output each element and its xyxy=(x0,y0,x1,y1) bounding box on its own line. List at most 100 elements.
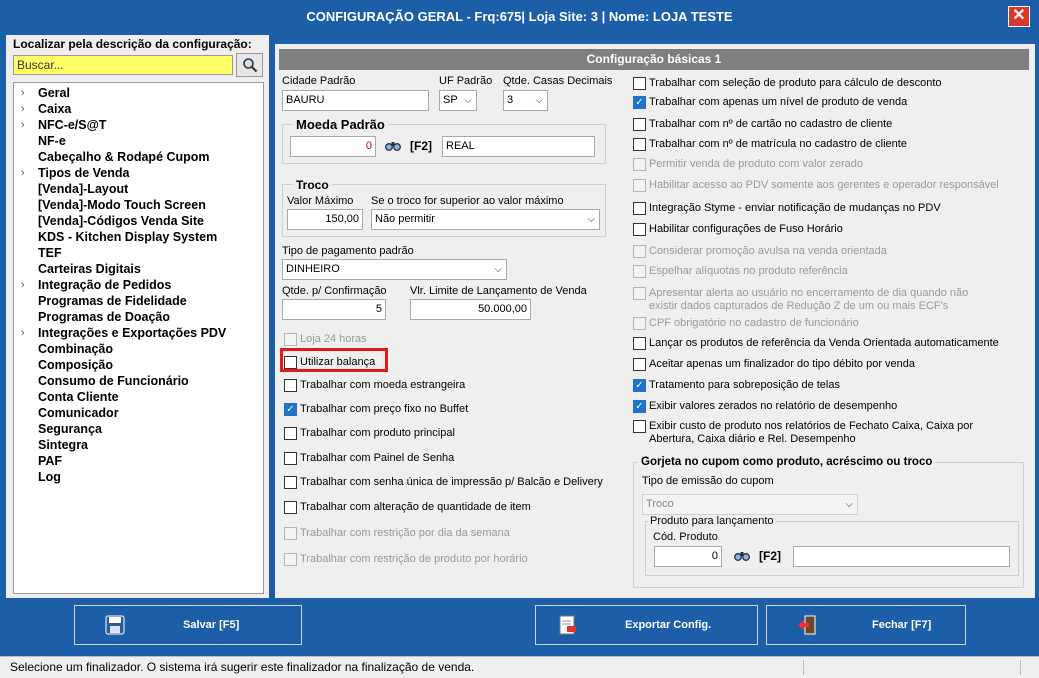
checkbox-option[interactable]: Exibir custo de produto nos relatórios d… xyxy=(633,420,973,446)
checkbox-option[interactable]: Integração Styme - enviar notificação de… xyxy=(633,202,941,215)
tree-item[interactable]: › Caixa xyxy=(14,101,263,117)
checkbox-option[interactable]: Trabalhar com alteração de quantidade de… xyxy=(284,501,531,514)
checkbox-label: Trabalhar com seleção de produto para cá… xyxy=(649,77,942,90)
close-window-button[interactable]: ✕ xyxy=(1008,6,1030,27)
tree-item-label: TEF xyxy=(38,246,62,260)
checkbox-unchecked[interactable] xyxy=(633,138,646,151)
troco-acao-select[interactable]: Não permitir ⌵ xyxy=(371,209,600,230)
tree-item[interactable]: › Integração de Pedidos xyxy=(14,277,263,293)
tree-item[interactable]: Conta Cliente xyxy=(14,389,263,405)
tree-item[interactable]: Segurança xyxy=(14,421,263,437)
tree-item[interactable]: Carteiras Digitais xyxy=(14,261,263,277)
chevron-right-icon[interactable]: › xyxy=(21,165,25,181)
troco-valor-input[interactable]: 150,00 xyxy=(287,209,363,230)
config-tree[interactable]: › Geral › Caixa › NFC-e/S@T NF-e Cabeçalho & Ro… xyxy=(13,82,264,594)
cidade-input[interactable]: BAURU xyxy=(282,90,429,111)
tree-item[interactable]: Cabeçalho & Rodapé Cupom xyxy=(14,149,263,165)
cod-produto-label: Cód. Produto xyxy=(653,531,718,543)
tree-item[interactable]: › Geral xyxy=(14,85,263,101)
checkbox-label-line: Trabalhar com produto principal xyxy=(300,427,455,439)
moeda-name-input[interactable]: REAL xyxy=(442,136,595,157)
checkbox-label: Trabalhar com nº de matrícula no cadastr… xyxy=(649,138,907,151)
checkbox-unchecked[interactable] xyxy=(284,452,297,465)
checkbox-unchecked[interactable] xyxy=(633,202,646,215)
uf-select[interactable]: SP ⌵ xyxy=(439,90,477,111)
produto-name-input[interactable] xyxy=(793,546,1010,567)
checkbox-label-line: Integração Styme - enviar notificação de… xyxy=(649,202,941,214)
save-button[interactable]: Salvar [F5] xyxy=(74,605,302,645)
checkbox-option[interactable]: Aceitar apenas um finalizador do tipo dé… xyxy=(633,358,915,371)
checkbox-unchecked[interactable] xyxy=(633,420,646,433)
checkbox-option[interactable]: Trabalhar com Painel de Senha xyxy=(284,452,454,465)
chevron-right-icon[interactable]: › xyxy=(21,85,25,101)
binoculars-icon[interactable] xyxy=(734,549,750,562)
confirmacao-input[interactable]: 5 xyxy=(282,299,386,320)
checkbox-option[interactable]: Trabalhar com seleção de produto para cá… xyxy=(633,77,942,90)
tree-item[interactable]: [Venda]-Códigos Venda Site xyxy=(14,213,263,229)
binoculars-icon[interactable] xyxy=(385,139,401,152)
moeda-code-input[interactable]: 0 xyxy=(290,136,376,157)
tree-item[interactable]: Combinação xyxy=(14,341,263,357)
export-button[interactable]: Exportar Config. xyxy=(535,605,758,645)
close-button[interactable]: Fechar [F7] xyxy=(766,605,966,645)
checkbox-unchecked[interactable] xyxy=(633,77,646,90)
tree-item[interactable]: PAF xyxy=(14,453,263,469)
tree-item[interactable]: Programas de Doação xyxy=(14,309,263,325)
checkbox-option[interactable]: ✓ Tratamento para sobreposição de telas xyxy=(633,379,840,392)
tree-item[interactable]: Comunicador xyxy=(14,405,263,421)
tree-item[interactable]: Composição xyxy=(14,357,263,373)
casas-select[interactable]: 3 ⌵ xyxy=(503,90,548,111)
tree-item-label: Combinação xyxy=(38,342,114,356)
checkbox-unchecked[interactable] xyxy=(284,379,297,392)
checkbox-label: Exibir custo de produto nos relatórios d… xyxy=(649,420,973,446)
moeda-title: Moeda Padrão xyxy=(293,117,388,132)
gorjeta-tipo-select[interactable]: Troco ⌵ xyxy=(642,494,858,515)
checkbox-option[interactable]: Trabalhar com nº de matrícula no cadastr… xyxy=(633,138,907,151)
chevron-down-icon: ⌵ xyxy=(845,499,853,510)
checkbox-unchecked[interactable] xyxy=(633,337,646,350)
tree-item-label: KDS - Kitchen Display System xyxy=(38,230,218,244)
checkbox-label: Trabalhar com preço fixo no Buffet xyxy=(300,403,468,416)
tree-item[interactable]: › NFC-e/S@T xyxy=(14,117,263,133)
tree-item[interactable]: NF-e xyxy=(14,133,263,149)
checkbox-option[interactable]: ✓ Trabalhar com preço fixo no Buffet xyxy=(284,403,468,416)
tree-item[interactable]: [Venda]-Layout xyxy=(14,181,263,197)
checkbox-unchecked[interactable] xyxy=(633,358,646,371)
tree-item[interactable]: › Integrações e Exportações PDV xyxy=(14,325,263,341)
checkbox-option[interactable]: ✓ Exibir valores zerados no relatório de … xyxy=(633,400,897,413)
checkbox-option[interactable]: Habilitar configurações de Fuso Horário xyxy=(633,223,843,236)
tree-item[interactable]: TEF xyxy=(14,245,263,261)
checkbox-checked[interactable]: ✓ xyxy=(633,379,646,392)
tree-item[interactable]: KDS - Kitchen Display System xyxy=(14,229,263,245)
tree-item[interactable]: Programas de Fidelidade xyxy=(14,293,263,309)
checkbox-checked[interactable]: ✓ xyxy=(284,403,297,416)
tree-item[interactable]: Sintegra xyxy=(14,437,263,453)
checkbox-option[interactable]: Trabalhar com moeda estrangeira xyxy=(284,379,465,392)
chevron-right-icon[interactable]: › xyxy=(21,101,25,117)
chevron-right-icon[interactable]: › xyxy=(21,277,25,293)
limite-input[interactable]: 50.000,00 xyxy=(410,299,531,320)
pagamento-select[interactable]: DINHEIRO ⌵ xyxy=(282,259,507,280)
tree-item[interactable]: Consumo de Funcionário xyxy=(14,373,263,389)
checkbox-unchecked[interactable] xyxy=(284,476,297,489)
tree-item[interactable]: › Tipos de Venda xyxy=(14,165,263,181)
chevron-right-icon[interactable]: › xyxy=(21,117,25,133)
checkbox-option[interactable]: Trabalhar com nº de cartão no cadastro d… xyxy=(633,118,892,131)
checkbox-checked[interactable]: ✓ xyxy=(633,400,646,413)
checkbox-unchecked[interactable] xyxy=(284,427,297,440)
chevron-right-icon[interactable]: › xyxy=(21,325,25,341)
tree-item[interactable]: [Venda]-Modo Touch Screen xyxy=(14,197,263,213)
cod-produto-input[interactable]: 0 xyxy=(654,546,722,567)
checkbox-checked[interactable]: ✓ xyxy=(633,96,646,109)
checkbox-unchecked[interactable] xyxy=(284,501,297,514)
search-button[interactable] xyxy=(236,53,263,77)
checkbox-option[interactable]: ✓ Trabalhar com apenas um nível de produt… xyxy=(633,96,907,109)
tree-item[interactable]: Log xyxy=(14,469,263,485)
checkbox-unchecked[interactable] xyxy=(633,223,646,236)
checkbox-option[interactable]: Lançar os produtos de referência da Vend… xyxy=(633,337,999,350)
checkbox-option: Apresentar alerta ao usuário no encerram… xyxy=(633,287,968,313)
checkbox-option[interactable]: Trabalhar com produto principal xyxy=(284,427,455,440)
search-input[interactable] xyxy=(13,55,233,75)
checkbox-unchecked[interactable] xyxy=(633,118,646,131)
checkbox-option[interactable]: Trabalhar com senha única de impressão p… xyxy=(284,476,603,489)
